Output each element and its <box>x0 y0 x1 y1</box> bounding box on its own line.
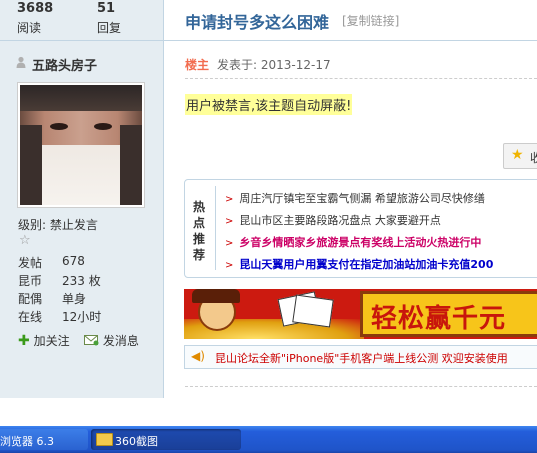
replies-label: 回复 <box>97 21 122 35</box>
taskbar-item-screenshot[interactable]: 360截图 <box>91 429 241 450</box>
author-name[interactable]: 五路头房子 <box>32 55 97 74</box>
post-time: 发表于: 2013-12-17 <box>217 58 331 72</box>
info-posts-value[interactable]: 678 <box>62 254 85 268</box>
taskbar: 浏览器 6.3 360截图 <box>0 426 537 453</box>
replies-count: 51 <box>97 1 116 16</box>
floor-label: 楼主 <box>185 58 210 72</box>
ad-sign: 轻松赢千元 <box>360 291 537 337</box>
views-count: 3688 <box>17 1 54 16</box>
info-coins-label: 昆币 <box>18 274 43 288</box>
info-spouse-value: 单身 <box>62 292 87 306</box>
user-group: 级别: 禁止发言 <box>18 218 98 232</box>
hot-item[interactable]: > 昆山市区主要路段路况盘点 大家要避开点 <box>225 212 441 228</box>
hot-recommend-box: 热点推荐 > 周庄汽厅镇宅至宝霸气侧漏 希望旅游公司尽快修缮 > 昆山市区主要路段路… <box>184 179 537 278</box>
follow-label: 加关注 <box>33 334 70 348</box>
taskbar-screenshot-label: 360截图 <box>115 435 158 448</box>
avatar[interactable] <box>17 82 145 208</box>
header-divider <box>164 40 537 41</box>
info-coins-value: 233 枚 <box>62 274 101 288</box>
hot-item[interactable]: > 周庄汽厅镇宅至宝霸气侧漏 希望旅游公司尽快修缮 <box>225 190 485 206</box>
favorite-label: 收 <box>530 151 537 165</box>
post-divider <box>185 78 537 79</box>
taskbar-browser-label: 浏览器 6.3 <box>0 435 54 448</box>
hot-title: 热点推荐 <box>193 200 206 262</box>
send-message-button[interactable]: 发消息 <box>84 332 139 349</box>
plus-icon: ✚ <box>18 333 30 349</box>
info-posts-label: 发帖 <box>18 256 43 270</box>
copy-link[interactable]: [复制链接] <box>342 12 399 29</box>
star-icon: ★ <box>511 147 524 163</box>
info-spouse-label: 配偶 <box>18 292 43 306</box>
taskbar-item-browser[interactable]: 浏览器 6.3 <box>0 429 88 450</box>
ad-text: 轻松赢千元 <box>371 304 507 334</box>
user-offline-icon <box>16 56 26 68</box>
speaker-icon: ◀) <box>191 349 205 363</box>
views-label: 阅读 <box>17 21 42 35</box>
notice-bar[interactable]: ◀) 昆山论坛全新"iPhone版"手机客户端上线公测 欢迎安装使用 <box>184 345 537 369</box>
envelope-icon <box>84 335 99 346</box>
bottom-divider <box>185 386 537 387</box>
follow-button[interactable]: ✚ 加关注 <box>18 332 70 349</box>
hot-divider <box>215 186 216 270</box>
rank-star-icon: ☆ <box>19 233 31 248</box>
arrow-right-icon: > <box>225 194 234 205</box>
page-bottom-space <box>0 398 537 426</box>
cartoon-hat-image <box>192 289 240 303</box>
ad-banner[interactable]: 轻松赢千元 <box>184 289 537 339</box>
notice-text: 昆山论坛全新"iPhone版"手机客户端上线公测 欢迎安装使用 <box>215 352 508 365</box>
folder-icon <box>96 433 113 446</box>
hot-item[interactable]: > 昆山天翼用户用翼支付在指定加油站加油卡充值200 <box>225 256 493 272</box>
arrow-right-icon: > <box>225 260 234 271</box>
favorite-button[interactable]: ★ 收 <box>503 143 537 169</box>
playing-card-image <box>292 294 334 328</box>
info-online-label: 在线 <box>18 310 43 324</box>
thread-stats: 3688 阅读 51 回复 <box>0 0 163 41</box>
arrow-right-icon: > <box>225 216 234 227</box>
message-label: 发消息 <box>102 334 139 348</box>
arrow-right-icon: > <box>225 238 234 249</box>
hot-item[interactable]: > 乡音乡情晒家乡旅游景点有奖线上活动火热进行中 <box>225 234 481 250</box>
info-online-value: 12小时 <box>62 310 102 324</box>
thread-title: 申请封号多这么困难 <box>185 13 330 32</box>
banned-notice: 用户被禁言,该主题自动屏蔽! <box>185 94 353 115</box>
